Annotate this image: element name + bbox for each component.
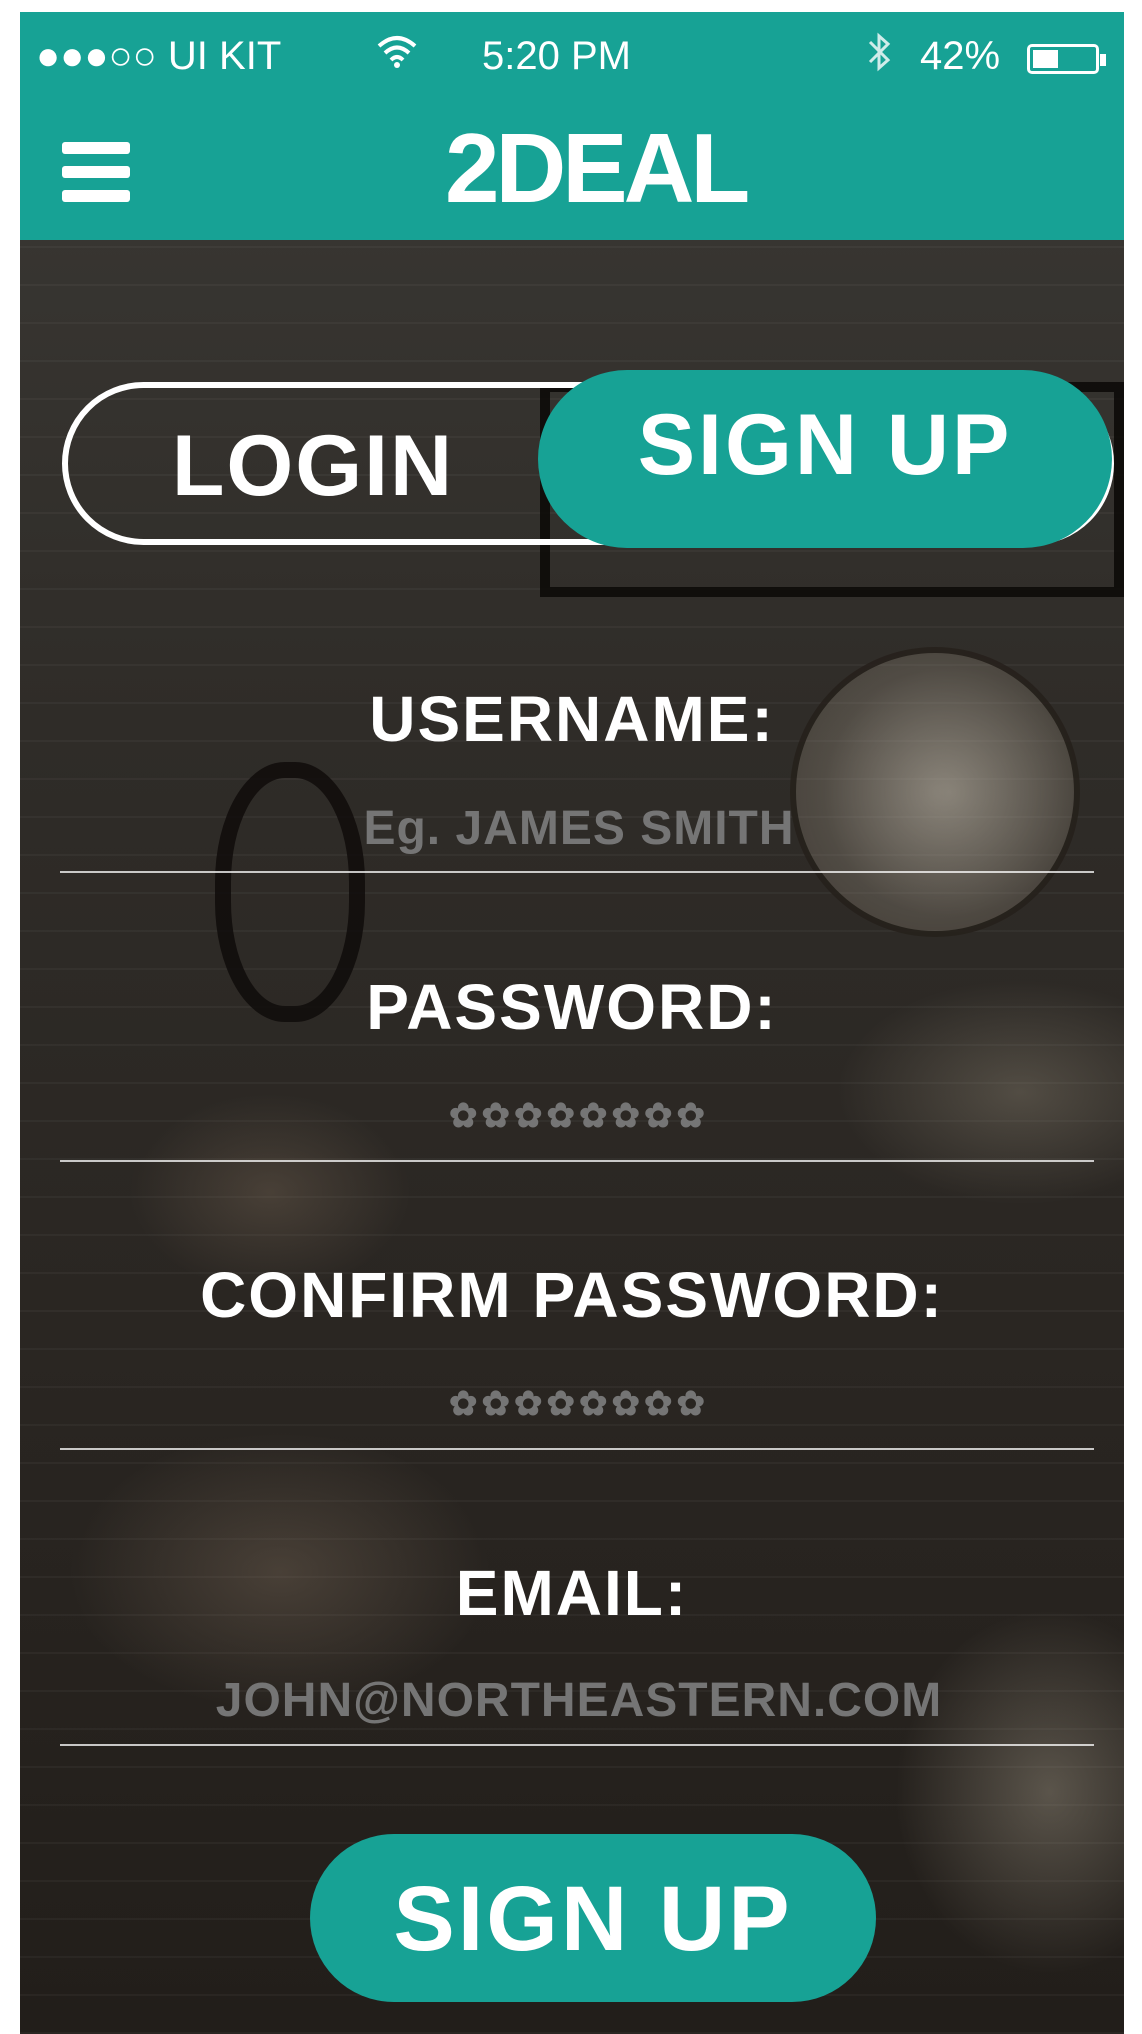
confirm-password-input[interactable]	[60, 1368, 1098, 1440]
app-screen: ●●●○○ UI KIT 5:20 PM 42% 2DEAL LOGIN SIG…	[20, 12, 1124, 2034]
carrier-label: ●●●○○ UI KIT	[36, 34, 282, 78]
wifi-icon	[375, 30, 419, 80]
password-underline	[60, 1160, 1094, 1162]
email-input[interactable]	[60, 1664, 1098, 1736]
battery-nub	[1100, 54, 1106, 66]
status-bar: ●●●○○ UI KIT 5:20 PM 42%	[20, 12, 1124, 96]
hamburger-menu-icon[interactable]	[62, 142, 130, 202]
bluetooth-icon	[866, 30, 894, 84]
app-logo: 2DEAL	[445, 113, 750, 223]
confirm-password-label: CONFIRM PASSWORD:	[200, 1259, 944, 1331]
tab-signup[interactable]: SIGN UP	[538, 370, 1112, 548]
status-time: 5:20 PM	[482, 34, 631, 78]
battery-icon	[1027, 44, 1106, 74]
username-input[interactable]	[60, 792, 1098, 864]
password-label: PASSWORD:	[366, 971, 778, 1043]
battery-fill	[1033, 50, 1058, 68]
username-underline	[60, 871, 1094, 873]
email-underline	[60, 1744, 1094, 1746]
email-label: EMAIL:	[455, 1557, 689, 1629]
tab-signup-label: SIGN UP	[637, 397, 1013, 493]
username-label: USERNAME:	[369, 683, 775, 755]
top-navigation-bar: 2DEAL	[20, 96, 1124, 240]
tab-login[interactable]: LOGIN	[148, 416, 478, 516]
battery-percent: 42%	[920, 34, 1001, 78]
signup-submit-button[interactable]: SIGN UP	[310, 1834, 876, 2002]
confirm-password-underline	[60, 1448, 1094, 1450]
password-input[interactable]	[60, 1080, 1098, 1152]
